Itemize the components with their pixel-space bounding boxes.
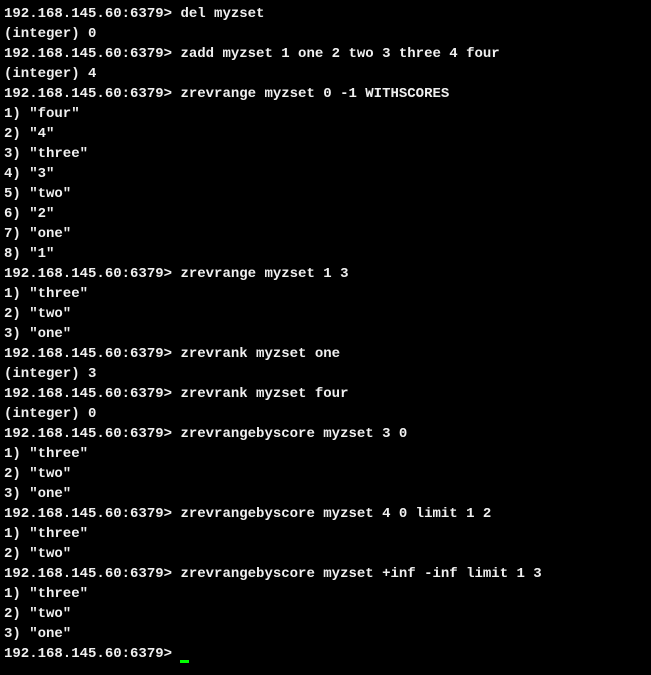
prompt: 192.168.145.60:6379> <box>4 506 180 522</box>
command-line: 192.168.145.60:6379> del myzset <box>4 4 647 24</box>
cursor-icon <box>180 660 189 663</box>
output-line: (integer) 0 <box>4 24 647 44</box>
output-line: 1) "three" <box>4 584 647 604</box>
output-line: 3) "one" <box>4 324 647 344</box>
output-line: 1) "three" <box>4 524 647 544</box>
prompt: 192.168.145.60:6379> <box>4 426 180 442</box>
command-text: zrevrange myzset 0 -1 WITHSCORES <box>180 86 449 102</box>
output-line: 2) "4" <box>4 124 647 144</box>
output-line: 2) "two" <box>4 604 647 624</box>
prompt: 192.168.145.60:6379> <box>4 266 180 282</box>
command-text: zrevrangebyscore myzset 3 0 <box>180 426 407 442</box>
command-line: 192.168.145.60:6379> zadd myzset 1 one 2… <box>4 44 647 64</box>
command-line: 192.168.145.60:6379> zrevrangebyscore my… <box>4 564 647 584</box>
output-line: 1) "three" <box>4 444 647 464</box>
output-line: 3) "one" <box>4 624 647 644</box>
output-line: 2) "two" <box>4 304 647 324</box>
prompt: 192.168.145.60:6379> <box>4 346 180 362</box>
output-line: 3) "one" <box>4 484 647 504</box>
command-line: 192.168.145.60:6379> zrevrank myzset fou… <box>4 384 647 404</box>
command-line: 192.168.145.60:6379> zrevrangebyscore my… <box>4 504 647 524</box>
prompt: 192.168.145.60:6379> <box>4 566 180 582</box>
prompt: 192.168.145.60:6379> <box>4 6 180 22</box>
command-text: zrevrange myzset 1 3 <box>180 266 348 282</box>
command-text: zrevrangebyscore myzset 4 0 limit 1 2 <box>180 506 491 522</box>
command-line: 192.168.145.60:6379> zrevrank myzset one <box>4 344 647 364</box>
output-line: (integer) 4 <box>4 64 647 84</box>
output-line: 2) "two" <box>4 544 647 564</box>
output-line: 2) "two" <box>4 464 647 484</box>
prompt: 192.168.145.60:6379> <box>4 646 180 662</box>
output-line: (integer) 0 <box>4 404 647 424</box>
output-line: 5) "two" <box>4 184 647 204</box>
output-line: 8) "1" <box>4 244 647 264</box>
command-text: zrevrank myzset one <box>180 346 340 362</box>
command-text: del myzset <box>180 6 264 22</box>
command-text: zrevrangebyscore myzset +inf -inf limit … <box>180 566 541 582</box>
output-line: 1) "three" <box>4 284 647 304</box>
output-line: 7) "one" <box>4 224 647 244</box>
current-prompt-line[interactable]: 192.168.145.60:6379> <box>4 644 647 664</box>
output-line: 6) "2" <box>4 204 647 224</box>
command-text: zrevrank myzset four <box>180 386 348 402</box>
terminal[interactable]: 192.168.145.60:6379> del myzset(integer)… <box>4 4 647 664</box>
output-line: 3) "three" <box>4 144 647 164</box>
prompt: 192.168.145.60:6379> <box>4 46 180 62</box>
command-line: 192.168.145.60:6379> zrevrangebyscore my… <box>4 424 647 444</box>
output-line: 1) "four" <box>4 104 647 124</box>
output-line: (integer) 3 <box>4 364 647 384</box>
command-text: zadd myzset 1 one 2 two 3 three 4 four <box>180 46 499 62</box>
command-line: 192.168.145.60:6379> zrevrange myzset 0 … <box>4 84 647 104</box>
prompt: 192.168.145.60:6379> <box>4 386 180 402</box>
prompt: 192.168.145.60:6379> <box>4 86 180 102</box>
output-line: 4) "3" <box>4 164 647 184</box>
command-line: 192.168.145.60:6379> zrevrange myzset 1 … <box>4 264 647 284</box>
